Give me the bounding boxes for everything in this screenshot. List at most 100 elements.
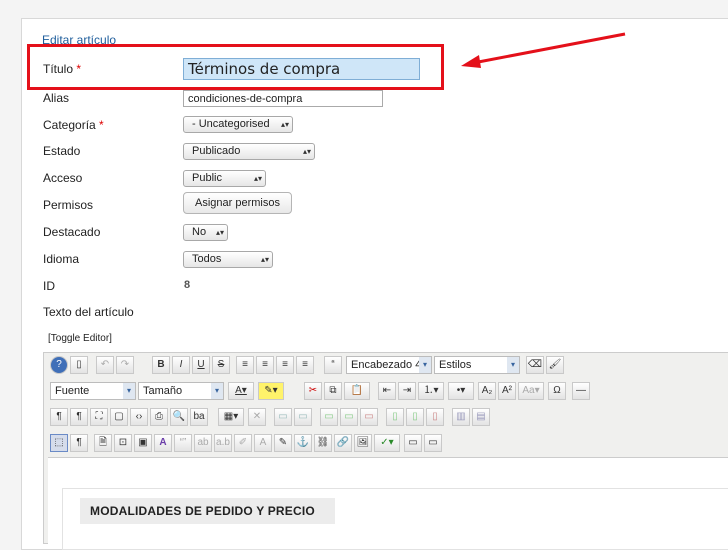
state-value: Publicado xyxy=(192,145,241,157)
language-label: Idioma xyxy=(43,252,80,266)
toolbar-row-1: ? ▯ ↶ ↷ B I U S ≡ ≡ ≡ ≡ “ Encabezado 4 ▾ … xyxy=(48,353,728,377)
row-before-icon[interactable]: ▭ xyxy=(320,408,338,426)
format-select[interactable]: Encabezado 4 ▾ xyxy=(346,356,432,374)
cell-props-icon[interactable]: ▭ xyxy=(294,408,312,426)
state-select[interactable]: Publicado ▴▾ xyxy=(183,143,315,160)
cut-icon[interactable]: ✂ xyxy=(304,382,322,400)
toolbar-row-4: ⬚ ¶ 🗎 ⊡ ▣ A “” ab a.b ✐ A ✎ ⚓ ⛓ 🔗 🖼 ✓▾ ▭… xyxy=(48,431,728,455)
replace-icon[interactable]: ba xyxy=(190,408,208,426)
indent-left-icon[interactable]: ⇤ xyxy=(378,382,396,400)
row-after-icon[interactable]: ▭ xyxy=(340,408,358,426)
align-center-icon[interactable]: ≡ xyxy=(256,356,274,374)
chevron-down-icon: ▾ xyxy=(419,357,431,373)
help-icon[interactable]: ? xyxy=(50,356,68,374)
cleanup-brush-icon[interactable]: 🖌 xyxy=(546,356,564,374)
table-delete-icon[interactable]: ✕ xyxy=(248,408,266,426)
category-value: - Uncategorised xyxy=(192,118,270,130)
table-insert-icon[interactable]: ▦▾ xyxy=(218,408,244,426)
insert-file-icon[interactable]: 🗎 xyxy=(94,434,112,452)
styles-value: Estilos xyxy=(439,359,472,371)
access-select[interactable]: Public ▴▾ xyxy=(183,170,266,187)
find-icon[interactable]: 🔍 xyxy=(170,408,188,426)
category-label-text: Categoría xyxy=(43,118,96,132)
merge-cells-icon[interactable]: ▤ xyxy=(472,408,490,426)
abbr-icon[interactable]: ab xyxy=(194,434,212,452)
indent-right-icon[interactable]: ⇥ xyxy=(398,382,416,400)
image-icon[interactable]: 🖼 xyxy=(354,434,372,452)
format-value: Encabezado 4 xyxy=(351,359,422,371)
copy-icon[interactable]: ⧉ xyxy=(324,382,342,400)
align-justify-icon[interactable]: ≡ xyxy=(296,356,314,374)
insert-layer-icon[interactable]: ⊡ xyxy=(114,434,132,452)
italic-icon[interactable]: I xyxy=(172,356,190,374)
updown-icon: ▴▾ xyxy=(253,174,262,183)
col-after-icon[interactable]: ▯ xyxy=(406,408,424,426)
rich-text-editor: ? ▯ ↶ ↷ B I U S ≡ ≡ ≡ ≡ “ Encabezado 4 ▾ … xyxy=(43,352,728,550)
blockquote-icon[interactable]: “ xyxy=(324,356,342,374)
redo-icon[interactable]: ↷ xyxy=(116,356,134,374)
strikethrough-icon[interactable]: S xyxy=(212,356,230,374)
insert-text-icon[interactable]: A xyxy=(254,434,272,452)
show-blocks-icon[interactable]: ¶ xyxy=(70,434,88,452)
style-props-icon[interactable]: A xyxy=(154,434,172,452)
preview-icon[interactable]: ▢ xyxy=(110,408,128,426)
required-mark: * xyxy=(99,118,104,132)
attributes-icon[interactable]: ✎ xyxy=(274,434,292,452)
underline-icon[interactable]: U xyxy=(192,356,210,374)
align-left-icon[interactable]: ≡ xyxy=(236,356,254,374)
editor-content[interactable]: MODALIDADES DE PEDIDO Y PRECIO xyxy=(48,457,728,550)
bold-icon[interactable]: B xyxy=(152,356,170,374)
arrow-line xyxy=(472,32,626,65)
split-cells-icon[interactable]: ▥ xyxy=(452,408,470,426)
font-select[interactable]: Fuente ▾ xyxy=(50,382,136,400)
insert-template-icon[interactable]: ▣ xyxy=(134,434,152,452)
numbered-list-icon[interactable]: ⒈▾ xyxy=(418,382,444,400)
readmore-icon[interactable]: ▭ xyxy=(424,434,442,452)
category-select[interactable]: - Uncategorised ▴▾ xyxy=(183,116,293,133)
text-color-icon[interactable]: A▾ xyxy=(228,382,254,400)
featured-select[interactable]: No ▴▾ xyxy=(183,224,228,241)
link-icon[interactable]: 🔗 xyxy=(334,434,352,452)
highlight-color-icon[interactable]: ✎▾ xyxy=(258,382,284,400)
align-right-icon[interactable]: ≡ xyxy=(276,356,294,374)
paste-icon[interactable]: 📋 xyxy=(344,382,370,400)
updown-icon: ▴▾ xyxy=(280,120,289,129)
fullscreen-icon[interactable]: ⛶ xyxy=(90,408,108,426)
updown-icon: ▴▾ xyxy=(302,147,311,156)
styles-select[interactable]: Estilos ▾ xyxy=(434,356,520,374)
new-document-icon[interactable]: ▯ xyxy=(70,356,88,374)
delete-text-icon[interactable]: ✐ xyxy=(234,434,252,452)
size-select[interactable]: Tamaño ▾ xyxy=(138,382,224,400)
language-select[interactable]: Todos ▴▾ xyxy=(183,251,273,268)
anchor-icon[interactable]: ⚓ xyxy=(294,434,312,452)
col-before-icon[interactable]: ▯ xyxy=(386,408,404,426)
horizontal-rule-icon[interactable]: — xyxy=(572,382,590,400)
subscript-icon[interactable]: A₂ xyxy=(478,382,496,400)
superscript-icon[interactable]: A² xyxy=(498,382,516,400)
eraser-icon[interactable]: ⌫ xyxy=(526,356,544,374)
assign-permissions-button[interactable]: Asignar permisos xyxy=(183,192,292,214)
chevron-down-icon: ▾ xyxy=(211,383,223,399)
cite-icon[interactable]: “” xyxy=(174,434,192,452)
pagebreak-icon[interactable]: ▭ xyxy=(404,434,422,452)
unlink-icon[interactable]: ⛓ xyxy=(314,434,332,452)
acronym-icon[interactable]: a.b xyxy=(214,434,232,452)
bullet-list-icon[interactable]: •▾ xyxy=(448,382,474,400)
row-props-icon[interactable]: ▭ xyxy=(274,408,292,426)
delete-row-icon[interactable]: ▭ xyxy=(360,408,378,426)
article-text-label: Texto del artículo xyxy=(43,305,134,319)
rtl-icon[interactable]: ¶ xyxy=(70,408,88,426)
print-icon[interactable]: ⎙ xyxy=(150,408,168,426)
delete-col-icon[interactable]: ▯ xyxy=(426,408,444,426)
toggle-editor-link[interactable]: [Toggle Editor] xyxy=(48,333,112,344)
undo-icon[interactable]: ↶ xyxy=(96,356,114,374)
html-source-icon[interactable]: ‹› xyxy=(130,408,148,426)
title-highlight-box xyxy=(27,44,444,90)
ltr-icon[interactable]: ¶ xyxy=(50,408,68,426)
toolbar-row-2: Fuente ▾ Tamaño ▾ A▾ ✎▾ ✂ ⧉ 📋 ⇤ ⇥ ⒈▾ •▾ A₂… xyxy=(48,379,728,403)
visual-aid-icon[interactable]: ⬚ xyxy=(50,434,68,452)
special-chars-icon[interactable]: Ω xyxy=(548,382,566,400)
spellcheck-icon[interactable]: ✓▾ xyxy=(374,434,400,452)
alias-input[interactable]: condiciones-de-compra xyxy=(183,90,383,107)
font-case-icon[interactable]: Aa▾ xyxy=(518,382,544,400)
